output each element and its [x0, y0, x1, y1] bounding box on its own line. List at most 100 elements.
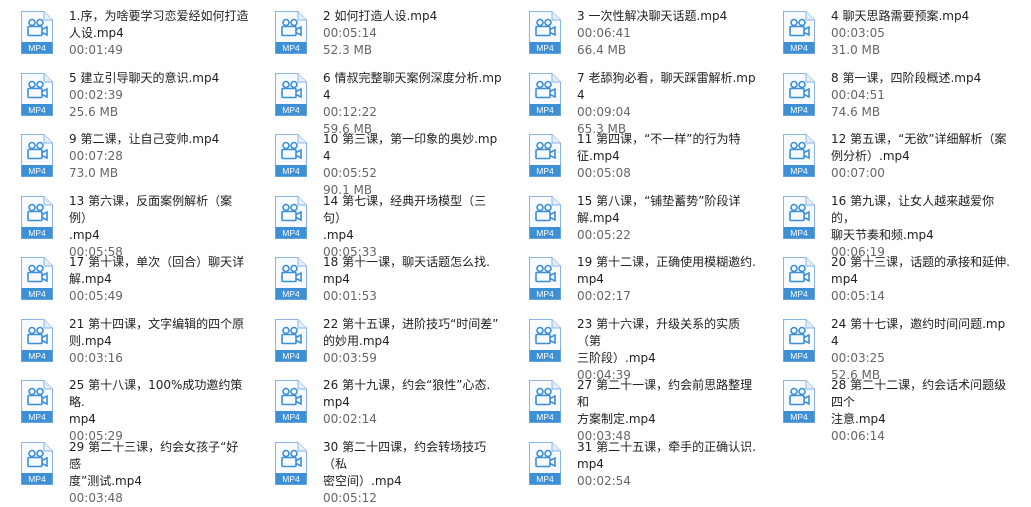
file-name-line: 则.mp4: [69, 333, 112, 348]
file-name: 2 如何打造人设.mp4: [323, 8, 503, 25]
mp4-video-file-icon: MP4: [528, 318, 562, 363]
file-item[interactable]: MP4 8 第一课，四阶段概述.mp4 00:04:51 74.6 MB: [762, 64, 1012, 124]
file-item[interactable]: MP4 23 第十六课，升级关系的实质（第 三阶段）.mp4 00:04:39: [508, 310, 758, 382]
file-item[interactable]: MP4 26 第十九课，约会“狼性”心态. mp4 00:02:14: [254, 371, 504, 431]
file-name-line: 9 第二课，让自己变帅.mp4: [69, 132, 220, 146]
mp4-video-file-icon: MP4: [20, 195, 54, 240]
file-name-line: 25 第十八课，100%成功邀约策略.: [69, 378, 243, 409]
file-item[interactable]: MP4 3 一次性解决聊天话题.mp4 00:06:41 66.4 MB: [508, 2, 758, 62]
file-item[interactable]: MP4 20 第十三课，话题的承接和延伸. mp4 00:05:14: [762, 248, 1012, 308]
svg-text:MP4: MP4: [790, 43, 808, 53]
file-info: 00:02:39 25.6 MB: [69, 87, 249, 121]
file-item[interactable]: MP4 21 第十四课，文字编辑的四个原 则.mp4 00:03:16: [0, 310, 250, 370]
file-info: 00:07:00: [831, 165, 1011, 182]
file-duration: 00:07:28: [69, 149, 123, 163]
file-name: 12 第五课，“无欲”详细解析（案 例分析）.mp4: [831, 131, 1011, 165]
file-name: 25 第十八课，100%成功邀约策略. mp4: [69, 377, 249, 428]
svg-text:MP4: MP4: [536, 166, 554, 176]
file-size: 66.4 MB: [577, 43, 627, 57]
file-item[interactable]: MP4 1.序，为啥要学习恋爱经如何打造 人设.mp4 00:01:49: [0, 2, 250, 62]
file-name-line: mp4: [577, 456, 604, 471]
svg-text:MP4: MP4: [790, 351, 808, 361]
file-info: 00:02:17: [577, 288, 757, 305]
file-item[interactable]: MP4 30 第二十四课，约会转场技巧（私 密空间）.mp4 00:05:12: [254, 433, 504, 505]
file-name: 22 第十五课，进阶技巧“时间差” 的妙用.mp4: [323, 316, 503, 350]
file-name: 3 一次性解决聊天话题.mp4: [577, 8, 757, 25]
file-name-line: 18 第十一课，聊天话题怎么找.: [323, 255, 490, 269]
file-name-line: mp4: [577, 272, 604, 286]
svg-text:MP4: MP4: [282, 166, 300, 176]
file-item[interactable]: MP4 10 第三课，第一印象的奥妙.mp4 00:05:52 90.1 MB: [254, 125, 504, 197]
file-meta: 28 第二十二课，约会话术问题级四个 注意.mp4 00:06:14: [831, 377, 1011, 445]
svg-text:MP4: MP4: [28, 351, 46, 361]
file-info: 00:01:49: [69, 42, 249, 59]
file-item[interactable]: MP4 29 第二十三课，约会女孩子“好感 度”测试.mp4 00:03:48: [0, 433, 250, 505]
file-item[interactable]: MP4 12 第五课，“无欲”详细解析（案 例分析）.mp4 00:07:00: [762, 125, 1012, 185]
file-size: 74.6 MB: [831, 104, 881, 119]
file-duration: 00:12:22: [323, 104, 377, 119]
file-item[interactable]: MP4 6 情叔完整聊天案例深度分析.mp4 00:12:22 59.6 MB: [254, 64, 504, 136]
mp4-video-file-icon: MP4: [20, 10, 54, 55]
file-item[interactable]: MP4 4 聊天思路需要预案.mp4 00:03:05 31.0 MB: [762, 2, 1012, 62]
file-info: 00:07:28 73.0 MB: [69, 148, 249, 182]
file-item[interactable]: MP4 28 第二十二课，约会话术问题级四个 注意.mp4 00:06:14: [762, 371, 1012, 443]
mp4-video-file-icon: MP4: [782, 256, 816, 301]
svg-text:MP4: MP4: [790, 105, 808, 115]
file-item[interactable]: MP4 18 第十一课，聊天话题怎么找. mp4 00:01:53: [254, 248, 504, 308]
file-item[interactable]: MP4 31 第二十五课，牵手的正确认识. mp4 00:02:54: [508, 433, 758, 493]
file-item[interactable]: MP4 2 如何打造人设.mp4 00:05:14 52.3 MB: [254, 2, 504, 62]
file-meta: 31 第二十五课，牵手的正确认识. mp4 00:02:54: [577, 439, 757, 490]
file-name: 29 第二十三课，约会女孩子“好感 度”测试.mp4: [69, 439, 249, 490]
mp4-video-file-icon: MP4: [20, 256, 54, 301]
file-item[interactable]: MP4 7 老舔狗必看，聊天踩雷解析.mp4 00:09:04 65.3 MB: [508, 64, 758, 136]
file-name-line: 三阶段）.mp4: [577, 350, 656, 365]
file-item[interactable]: MP4 24 第十七课，邀约时间问题.mp4 00:03:25 52.6 MB: [762, 310, 1012, 382]
svg-text:MP4: MP4: [28, 412, 46, 422]
file-duration: 00:03:48: [69, 490, 123, 505]
file-name-line: mp4: [69, 412, 96, 426]
file-name-line: 的妙用.mp4: [323, 333, 390, 348]
mp4-video-file-icon: MP4: [274, 10, 308, 55]
svg-text:MP4: MP4: [790, 412, 808, 422]
mp4-video-file-icon: MP4: [274, 441, 308, 486]
file-duration: 00:05:14: [323, 26, 377, 40]
file-item[interactable]: MP4 9 第二课，让自己变帅.mp4 00:07:28 73.0 MB: [0, 125, 250, 185]
mp4-video-file-icon: MP4: [20, 441, 54, 486]
file-meta: 19 第十二课，正确使用模糊邀约. mp4 00:02:17: [577, 254, 757, 305]
file-info: 00:05:14: [831, 288, 1011, 305]
file-item[interactable]: MP4 22 第十五课，进阶技巧“时间差” 的妙用.mp4 00:03:59: [254, 310, 504, 370]
file-item[interactable]: MP4 16 第九课，让女人越来越爱你的， 聊天节奏和频.mp4 00:06:19: [762, 187, 1012, 259]
file-item[interactable]: MP4 5 建立引导聊天的意识.mp4 00:02:39 25.6 MB: [0, 64, 250, 124]
file-meta: 3 一次性解决聊天话题.mp4 00:06:41 66.4 MB: [577, 8, 757, 59]
mp4-video-file-icon: MP4: [20, 379, 54, 424]
file-duration: 00:06:14: [831, 429, 885, 443]
file-size: 52.3 MB: [323, 43, 373, 57]
file-name: 13 第六课，反面案例解析（案例） .mp4: [69, 193, 249, 244]
file-item[interactable]: MP4 13 第六课，反面案例解析（案例） .mp4 00:05:58: [0, 187, 250, 259]
svg-text:MP4: MP4: [536, 228, 554, 238]
file-name: 18 第十一课，聊天话题怎么找. mp4: [323, 254, 503, 288]
mp4-video-file-icon: MP4: [274, 318, 308, 363]
file-name-line: 30 第二十四课，约会转场技巧（私: [323, 439, 487, 471]
mp4-video-file-icon: MP4: [274, 379, 308, 424]
file-name-line: 29 第二十三课，约会女孩子“好感: [69, 439, 239, 471]
svg-text:MP4: MP4: [790, 289, 808, 299]
file-name-line: 注意.mp4: [831, 412, 886, 426]
mp4-video-file-icon: MP4: [274, 256, 308, 301]
file-duration: 00:05:49: [69, 289, 123, 303]
file-item[interactable]: MP4 14 第七课，经典开场模型（三句） .mp4 00:05:33: [254, 187, 504, 259]
svg-text:MP4: MP4: [28, 105, 46, 115]
file-item[interactable]: MP4 17 第十课，单次（回合）聊天详 解.mp4 00:05:49: [0, 248, 250, 308]
file-size: 31.0 MB: [831, 43, 881, 57]
file-item[interactable]: MP4 11 第四课，“不一样”的行为特 征.mp4 00:05:08: [508, 125, 758, 185]
file-item[interactable]: MP4 27 第二十一课，约会前思路整理和 方案制定.mp4 00:03:48: [508, 371, 758, 443]
file-duration: 00:03:59: [323, 350, 377, 365]
file-item[interactable]: MP4 25 第十八课，100%成功邀约策略. mp4 00:05:29: [0, 371, 250, 443]
file-info: 00:03:05 31.0 MB: [831, 25, 1011, 59]
file-name: 15 第八课，“铺垫蓄势”阶段详 解.mp4: [577, 193, 757, 227]
mp4-video-file-icon: MP4: [782, 318, 816, 363]
file-meta: 9 第二课，让自己变帅.mp4 00:07:28 73.0 MB: [69, 131, 249, 182]
file-item[interactable]: MP4 15 第八课，“铺垫蓄势”阶段详 解.mp4 00:05:22: [508, 187, 758, 247]
file-name: 1.序，为啥要学习恋爱经如何打造 人设.mp4: [69, 8, 249, 42]
file-item[interactable]: MP4 19 第十二课，正确使用模糊邀约. mp4 00:02:17: [508, 248, 758, 308]
